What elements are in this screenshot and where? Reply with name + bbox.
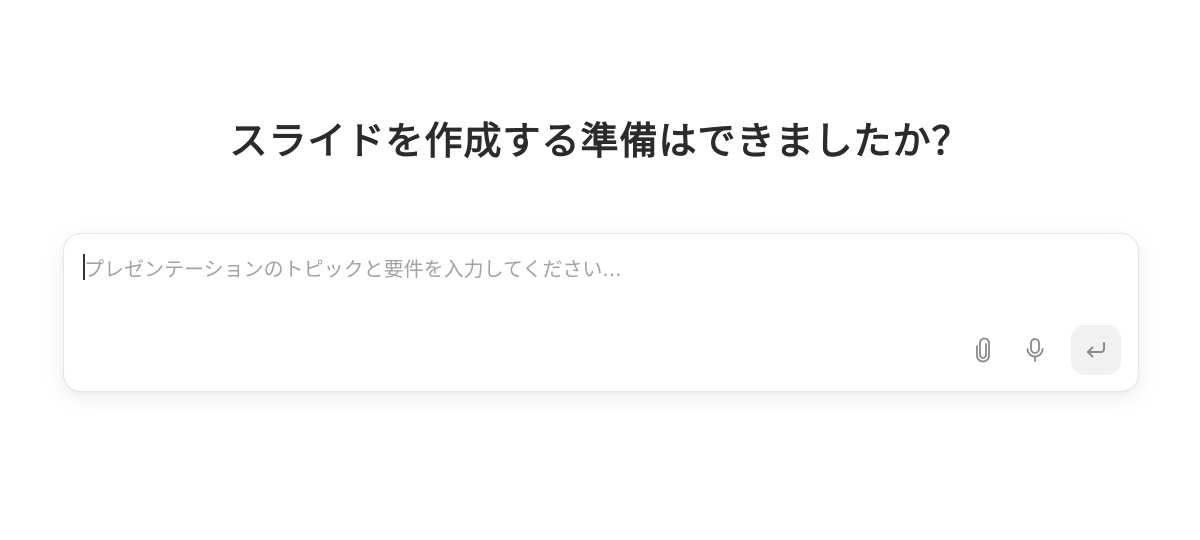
attach-button[interactable] <box>966 333 1000 367</box>
paperclip-icon <box>972 337 994 363</box>
submit-button[interactable] <box>1071 325 1121 375</box>
microphone-icon <box>1023 336 1047 364</box>
text-caret <box>83 254 85 280</box>
page: スライドを作成する準備はできましたか？ <box>0 0 1200 540</box>
enter-return-icon <box>1082 338 1110 362</box>
prompt-composer <box>63 233 1139 392</box>
microphone-button[interactable] <box>1018 333 1052 367</box>
page-title: スライドを作成する準備はできましたか？ <box>229 119 971 163</box>
prompt-input[interactable] <box>84 254 1114 324</box>
